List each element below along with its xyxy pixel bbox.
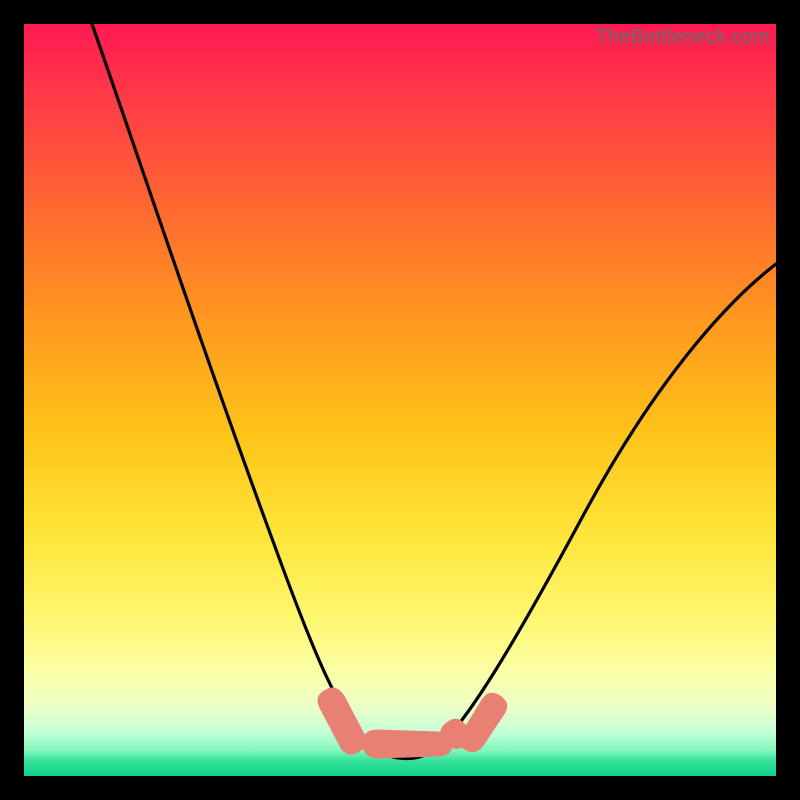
chart-svg <box>24 24 776 776</box>
blob-left <box>318 688 366 754</box>
plot-area: TheBottleneck.com <box>24 24 776 776</box>
chart-frame: TheBottleneck.com <box>0 0 800 800</box>
bottleneck-curve <box>92 24 776 759</box>
blob-bottom <box>362 730 452 758</box>
